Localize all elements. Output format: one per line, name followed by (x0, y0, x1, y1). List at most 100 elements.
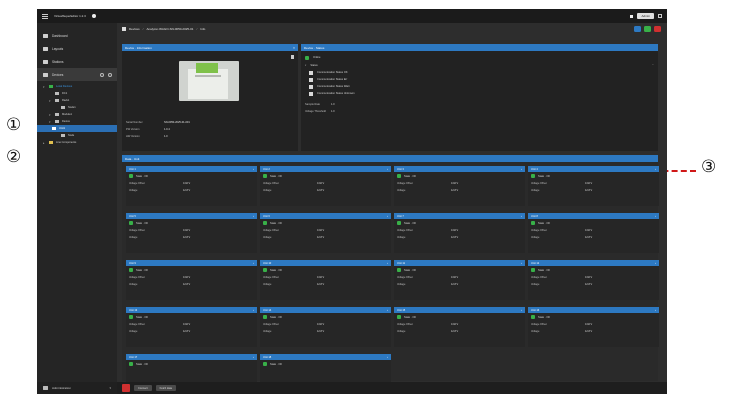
tree-item[interactable]: ▸ Line Components (37, 139, 117, 146)
option-row[interactable]: Communication Status Unknown (309, 90, 654, 97)
unit-state: State · OK (126, 360, 257, 368)
unit-field-value: 12.8 V (317, 189, 325, 192)
sidebar-item-devices[interactable]: Devices (37, 68, 117, 81)
expand-icon[interactable]: › (387, 214, 388, 218)
expand-icon[interactable]: › (521, 261, 522, 265)
expand-icon[interactable]: › (521, 308, 522, 312)
unit-field: Voltage Offset 0.02 V (394, 180, 525, 187)
sidebar-item-dashboard[interactable]: Dashboard (37, 29, 117, 42)
unit-field-value: 12.8 V (451, 236, 459, 239)
stop-button[interactable] (122, 384, 130, 392)
device-properties: Serial Number SN-0050-2025-01-001 FW Vers… (126, 119, 190, 140)
tree-item[interactable]: ▾ Device (37, 118, 117, 125)
unit-state: State · OK (126, 172, 257, 180)
field-value[interactable]: 1.0 (331, 103, 335, 106)
option-row[interactable]: Communication Status Err (309, 76, 654, 83)
breadcrumb-item[interactable]: Analyzer-WAGO-SN-0050-2025-01 (147, 27, 194, 31)
unit-field-key: Voltage (129, 330, 138, 333)
chevron-down-icon: ▾ (305, 64, 307, 67)
collapse-icon[interactable]: ⌃ (652, 64, 654, 67)
tree-item[interactable]: ▾ Module1 (37, 111, 117, 118)
checkbox[interactable] (309, 84, 313, 89)
unit-state-label: State · OK (270, 362, 283, 366)
edit-icon[interactable] (291, 55, 294, 59)
unit-field: Voltage 12.8 V (528, 328, 659, 335)
unit-field-key: Voltage Offset (397, 276, 413, 279)
sidebar-item-stations[interactable]: Stations (37, 55, 117, 68)
breadcrumb-item[interactable]: Devices (129, 27, 140, 31)
expand-icon[interactable]: › (655, 167, 656, 171)
unit-field-key: Voltage (263, 283, 272, 286)
folder-icon (55, 92, 59, 95)
option-row[interactable]: Communication Status OK (309, 69, 654, 76)
unit-icon (52, 127, 56, 130)
device-icon (55, 120, 59, 123)
user-button[interactable]: Admin (637, 13, 654, 19)
expand-icon[interactable]: › (253, 167, 254, 171)
node-icon (61, 134, 65, 137)
tree-item-label: Module1 (62, 113, 72, 116)
layouts-icon (43, 46, 48, 51)
status-group[interactable]: ▾ Status ⌃ (305, 62, 654, 69)
status-indicator-red[interactable] (654, 26, 661, 32)
expand-icon[interactable]: › (387, 261, 388, 265)
settings-icon[interactable] (658, 14, 662, 18)
close-icon[interactable]: × (293, 46, 295, 50)
unit-field-value: 0.02 V (585, 323, 593, 326)
unit-state-label: State · OK (136, 174, 149, 178)
unit-field-key: Voltage (531, 236, 540, 239)
expand-icon[interactable]: › (521, 214, 522, 218)
unit-title: Unit 11 (397, 261, 406, 265)
chevron-down-icon: ▾ (49, 112, 51, 117)
tree-item-selected[interactable]: Unit1 (37, 125, 117, 132)
option-row[interactable]: Communication Status Warn (309, 83, 654, 90)
search-icon[interactable] (100, 72, 104, 77)
sidebar-item-layouts[interactable]: Layouts (37, 42, 117, 55)
expand-icon[interactable]: › (387, 355, 388, 359)
expand-icon[interactable]: › (253, 355, 254, 359)
unit-field: Voltage 12.8 V (394, 234, 525, 241)
status-indicator-blue[interactable] (634, 26, 641, 32)
breadcrumb: Devices / Analyzer-WAGO-SN-0050-2025-01 … (117, 23, 667, 35)
sidebar-item-administration[interactable]: Administration ▾ (37, 382, 117, 394)
expand-icon[interactable]: › (521, 167, 522, 171)
unit-field-key: Voltage Offset (129, 276, 145, 279)
dashboard-icon (43, 33, 48, 38)
unit-field: Voltage Offset 0.02 V (394, 274, 525, 281)
hamburger-menu-icon[interactable] (42, 13, 48, 19)
checkbox[interactable] (309, 91, 313, 96)
expand-icon[interactable]: › (387, 308, 388, 312)
panel-header: Device · Status (301, 44, 658, 51)
field-value[interactable]: 1.0 (331, 110, 335, 113)
add-icon[interactable] (108, 72, 112, 77)
chevron-down-icon: ▾ (109, 386, 111, 390)
expand-icon[interactable]: › (655, 308, 656, 312)
property-value: 1.0 (164, 135, 168, 138)
lock-icon[interactable] (630, 14, 634, 18)
unit-card: Unit 2 › State · OK Voltage Offset 0.02 V Vol… (260, 166, 391, 206)
tree-item[interactable]: Node1 (37, 104, 117, 111)
expand-icon[interactable]: › (655, 214, 656, 218)
property-key: Serial Number (126, 121, 143, 124)
status-led-icon (129, 315, 133, 319)
unit-field-value: 0.02 V (317, 229, 325, 232)
tree-item[interactable]: ▾ Local Devices (37, 83, 117, 90)
status-indicator-green[interactable] (644, 26, 651, 32)
connect-button[interactable]: Connect (134, 385, 152, 391)
unit-state: State · OK (260, 172, 391, 180)
tree-item[interactable]: ▾ Rack1 (37, 97, 117, 104)
stations-icon (43, 59, 48, 64)
tree-item[interactable]: DC1 (37, 90, 117, 97)
device-state: Online (305, 54, 654, 61)
expand-icon[interactable]: › (253, 261, 254, 265)
checkbox[interactable] (309, 70, 313, 75)
breadcrumb-item[interactable]: Info (200, 27, 205, 31)
expand-icon[interactable]: › (655, 261, 656, 265)
tree-item[interactable]: Node (37, 132, 117, 139)
fetch-data-button[interactable]: Fetch data (155, 385, 176, 391)
expand-icon[interactable]: › (253, 214, 254, 218)
expand-icon[interactable]: › (387, 167, 388, 171)
expand-icon[interactable]: › (253, 308, 254, 312)
checkbox[interactable] (309, 77, 313, 82)
folder-icon (55, 99, 59, 102)
